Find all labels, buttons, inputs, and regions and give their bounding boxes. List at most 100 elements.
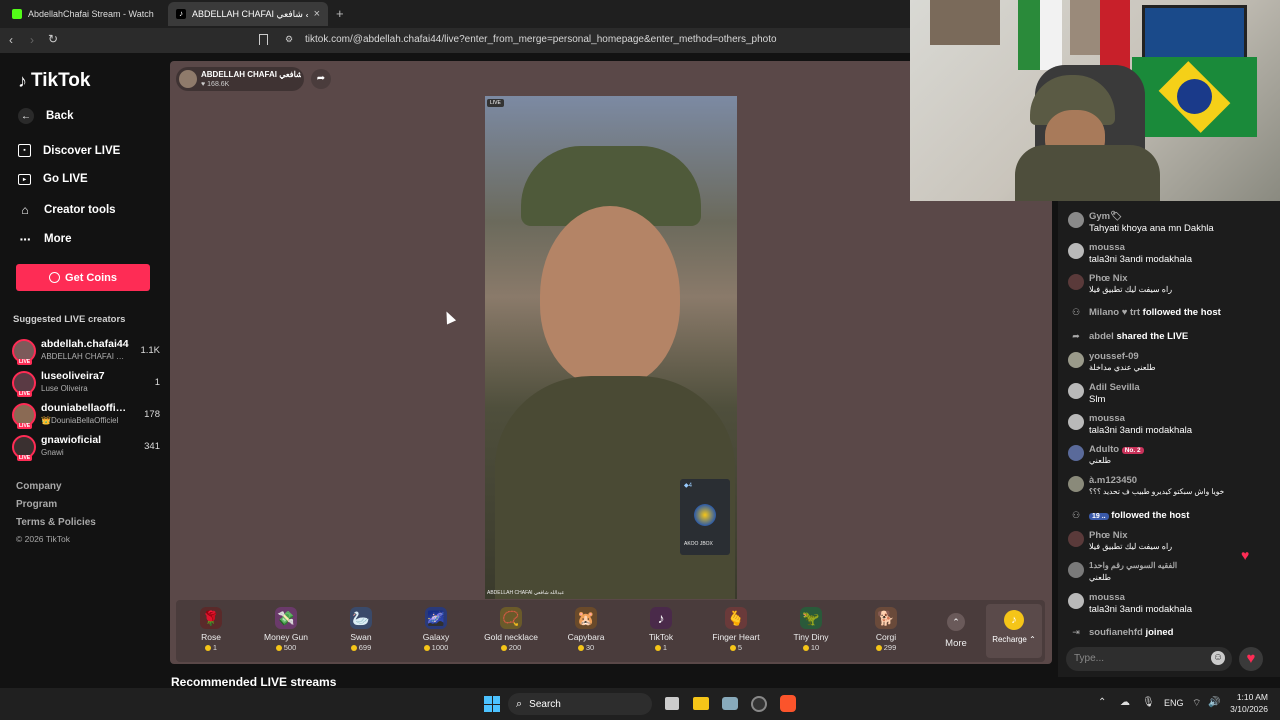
heart-icon[interactable]: ♥	[1239, 647, 1263, 671]
file-explorer-icon[interactable]	[693, 697, 709, 710]
gift-swan[interactable]: 🦢 Swan 699	[326, 605, 396, 657]
chat-input[interactable]: Type...	[1066, 647, 1232, 671]
chat-username[interactable]: moussa	[1089, 413, 1125, 424]
nav-go-live[interactable]: ▸ Go LIVE	[18, 173, 88, 185]
gift-name: TikTok	[648, 632, 674, 642]
windows-start-icon[interactable]	[484, 696, 500, 712]
creator-sub: Gnawi	[41, 448, 64, 457]
gift-price: 1000	[401, 643, 471, 652]
language-indicator[interactable]: ENG	[1164, 698, 1184, 708]
pip-count: ◆4	[684, 483, 692, 489]
gift-finger-heart[interactable]: 🫰 Finger Heart 5	[701, 605, 771, 657]
tiktok-logo[interactable]: ♪ TikTok	[18, 70, 90, 92]
wall-painting	[930, 0, 1000, 45]
cloud-icon: ☁	[1120, 697, 1130, 708]
gift-tiny-diny[interactable]: 🦖 Tiny Diny 10	[776, 605, 846, 657]
live-badge: LIVE	[17, 423, 33, 429]
creator-item[interactable]: LIVE abdellah.chafai44 ABDELLAH CHAFAI ع…	[12, 338, 162, 366]
back-nav-icon[interactable]: ‹	[9, 33, 13, 47]
creator-name: gnawioficial	[41, 434, 102, 446]
url-field[interactable]: tiktok.com/@abdellah.chafai44/live?enter…	[305, 34, 777, 45]
new-tab-button[interactable]: +	[336, 6, 344, 21]
coin-icon	[423, 645, 430, 652]
webcam-overlay	[910, 0, 1280, 201]
share-icon: ➦	[1072, 331, 1080, 341]
emoji-icon[interactable]: ☺	[1211, 651, 1225, 665]
reload-icon[interactable]: ↻	[48, 32, 58, 46]
browser-tab-tiktok[interactable]: ♪ ABDELLAH CHAFAI عبدالله شافعي ×	[168, 2, 328, 26]
chat-username[interactable]: Milano ♥ trt	[1089, 307, 1140, 318]
viewer-count: 1	[154, 377, 160, 388]
tray-chevron-icon[interactable]: ⌃	[1098, 697, 1106, 708]
chat-username[interactable]: Adil Sevilla	[1089, 382, 1140, 393]
host-info[interactable]: ABDELLAH CHAFAI عبدالله شافعي ♥ 168.6K	[176, 67, 304, 91]
chat-username[interactable]: moussa	[1089, 242, 1125, 253]
nav-back[interactable]: ← Back	[18, 108, 74, 124]
microphone-icon[interactable]: 🎙	[1142, 697, 1155, 708]
footer-program-link[interactable]: Program	[16, 499, 57, 510]
chat-username[interactable]: soufianehfd	[1089, 627, 1143, 638]
brave-browser-icon[interactable]	[780, 695, 796, 712]
chat-username[interactable]: 19 ..	[1089, 513, 1109, 520]
nav-label: Go LIVE	[43, 173, 88, 185]
gift-tiktok[interactable]: ♪ TikTok 1	[626, 605, 696, 657]
coin-icon	[500, 645, 507, 652]
clock[interactable]: 1:10 AM 3/10/2026	[1226, 692, 1268, 714]
chat-username[interactable]: Phœ Nix	[1089, 530, 1128, 541]
site-settings-icon[interactable]: ⚙	[285, 34, 293, 45]
chat-username[interactable]: youssef-09	[1089, 351, 1139, 362]
more-label: More	[945, 638, 967, 649]
chat-text: خويا واش سبكتو كيديرو طبيب ف تحديد ؟؟؟	[1089, 487, 1225, 496]
gift-gold-necklace[interactable]: 📿 Gold necklace 200	[476, 605, 546, 657]
chat-username[interactable]: Adulto	[1089, 444, 1119, 455]
forward-nav-icon[interactable]: ›	[30, 33, 34, 47]
chat-username[interactable]: à.m123450	[1089, 475, 1137, 486]
gift-money-gun[interactable]: 💸 Money Gun 500	[251, 605, 321, 657]
avatar	[1068, 212, 1084, 228]
recharge-label: Recharge ⌃	[992, 635, 1036, 644]
creator-item[interactable]: LIVE douniabellaofficiel 👑DouniaBellaOff…	[12, 402, 162, 430]
browser-tab-kick[interactable]: AbdellahChafai Stream - Watch Live on Ki…	[4, 2, 164, 26]
taskbar-search[interactable]: ⌕ Search	[508, 693, 652, 715]
creator-item[interactable]: LIVE luseoliveira7 Luse Oliveira 1	[12, 370, 162, 398]
chat-text: tala3ni 3andi modakhala	[1089, 604, 1192, 615]
gift-name: Swan	[350, 632, 372, 642]
chat-text: طلعني	[1089, 456, 1111, 465]
gift-capybara[interactable]: 🐹 Capybara 30	[551, 605, 621, 657]
gift-more-button[interactable]: ⌃ More	[921, 605, 991, 657]
chat-action: followed the host	[1142, 307, 1221, 318]
creator-item[interactable]: LIVE gnawioficial Gnawi 341	[12, 434, 162, 462]
avatar	[1068, 274, 1084, 290]
nav-discover-live[interactable]: ▪ Discover LIVE	[18, 144, 120, 157]
bookmark-icon[interactable]	[259, 34, 268, 45]
close-tab-icon[interactable]: ×	[314, 8, 320, 20]
chat-username[interactable]: الفقيه السوسي رقم واحد1	[1089, 561, 1177, 570]
viewer-count: 178	[144, 409, 160, 420]
footer-terms-link[interactable]: Terms & Policies	[16, 517, 96, 528]
chat-username[interactable]: moussa	[1089, 592, 1125, 603]
volume-icon[interactable]: 🔊	[1208, 697, 1220, 708]
gift-price: 500	[251, 643, 321, 652]
get-coins-button[interactable]: Get Coins	[16, 264, 150, 291]
nav-more[interactable]: ··· More	[18, 231, 72, 247]
chat-username[interactable]: Phœ Nix	[1089, 273, 1128, 284]
rose-icon: 🌹	[200, 607, 222, 629]
footer-company-link[interactable]: Company	[16, 481, 62, 492]
app-icon[interactable]	[751, 696, 767, 712]
gift-corgi[interactable]: 🐕 Corgi 299	[851, 605, 921, 657]
pip-window[interactable]: ◆4 AKOO JBOX	[680, 479, 730, 555]
gift-rose[interactable]: 🌹 Rose 1	[176, 605, 246, 657]
recharge-button[interactable]: ♪ Recharge ⌃	[986, 604, 1042, 658]
chat-username[interactable]: Gym🏷	[1089, 211, 1122, 222]
gift-galaxy[interactable]: 🌌 Galaxy 1000	[401, 605, 471, 657]
camera-app-icon[interactable]	[722, 697, 738, 710]
share-icon[interactable]: ➦	[311, 69, 331, 89]
nav-creator-tools[interactable]: ⌂ Creator tools	[18, 203, 115, 217]
task-view-icon[interactable]	[665, 697, 679, 710]
live-video[interactable]: LIVE ABDELLAH CHAFAI عبدالله شافعي ◆4 AK…	[485, 96, 737, 599]
coin-icon	[204, 645, 211, 652]
nav-label: More	[44, 233, 72, 245]
viewer-count: 341	[144, 441, 160, 452]
chat-username[interactable]: abdel	[1089, 331, 1114, 342]
kick-favicon-icon	[12, 9, 22, 19]
